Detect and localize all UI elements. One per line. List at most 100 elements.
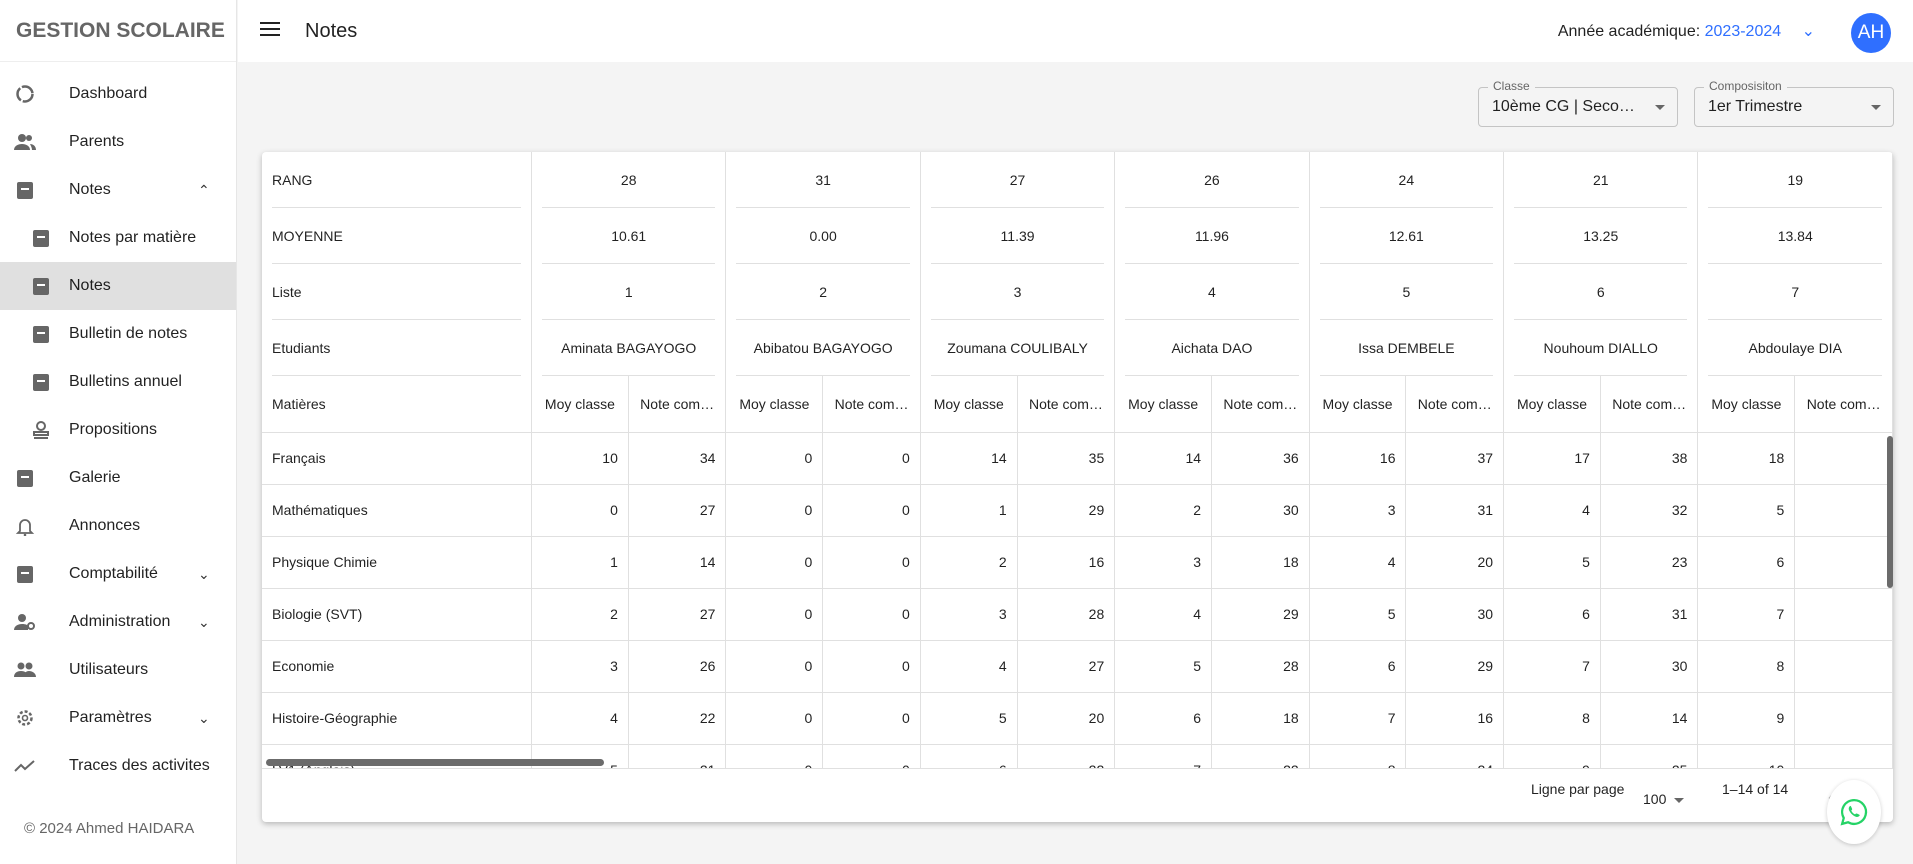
classe-value: 10ème CG | Seco…: [1492, 98, 1635, 115]
col-header-moy-classe[interactable]: Moy classe: [725, 376, 824, 433]
classe-select[interactable]: Classe 10ème CG | Seco…: [1478, 79, 1678, 127]
chevron-up-icon: ⌃: [198, 181, 210, 198]
bell-icon: [14, 515, 36, 537]
sidebar-item-bulletins-annuel[interactable]: Bulletins annuel: [0, 358, 236, 406]
table-row: Français 10 34 0 0 14 35 14 36 16 37 17 38 18: [262, 432, 1893, 485]
sidebar-item-label: Utilisateurs: [69, 661, 149, 678]
table-row: Mathématiques 0 27 0 0 1 29 2 30 3 31 4 32 5: [262, 484, 1893, 537]
sidebar-item-notes-par-matiere[interactable]: Notes par matière: [0, 214, 236, 262]
sidebar-item-propositions[interactable]: Propositions: [0, 406, 236, 454]
student-moyenne: 12.61: [1319, 208, 1494, 264]
row-label-matieres: Matières: [262, 376, 533, 433]
sidebar-item-label: Dashboard: [69, 85, 148, 102]
composition-value: 1er Trimestre: [1708, 98, 1803, 115]
academic-year-selector[interactable]: Année académique: 2023-2024 ⌄: [1558, 21, 1815, 41]
moy-classe-cell: 7: [1697, 588, 1796, 641]
notes-table-card: RANG 28 31 27 26 24 21 19 MOYENNE 10.61 0.00 11.39 1…: [262, 152, 1893, 822]
moy-classe-cell: 8: [1697, 640, 1796, 693]
col-header-note-composition[interactable]: Note com…: [628, 376, 727, 433]
note-composition-cell: [1794, 692, 1893, 745]
moy-classe-cell: 0: [725, 692, 824, 745]
subject-name: Français: [262, 432, 533, 485]
col-header-moy-classe[interactable]: Moy classe: [1503, 376, 1601, 433]
moy-classe-cell: 2: [920, 536, 1018, 589]
sidebar-item-label: Bulletins annuel: [69, 373, 182, 390]
moy-classe-cell: 3: [1309, 484, 1407, 537]
pagination: Ligne par page 100 1–14 of 14 ‹ ›: [262, 768, 1893, 822]
note-composition-cell: 36: [1211, 432, 1310, 485]
col-header-moy-classe[interactable]: Moy classe: [920, 376, 1018, 433]
sidebar-item-parents[interactable]: Parents: [0, 118, 236, 166]
student-liste: 2: [736, 264, 910, 320]
avatar[interactable]: AH: [1851, 13, 1891, 53]
vertical-scrollbar[interactable]: [1887, 436, 1893, 588]
rows-per-page-select[interactable]: 100: [1643, 791, 1685, 807]
dashboard-icon: [14, 83, 36, 105]
col-header-moy-classe[interactable]: Moy classe: [1309, 376, 1407, 433]
table-row: Economie 3 26 0 0 4 27 5 28 6 29 7 30 8: [262, 640, 1893, 693]
col-header-moy-classe[interactable]: Moy classe: [531, 376, 629, 433]
note-composition-cell: 31: [1405, 484, 1505, 537]
sidebar-item-utilisateurs[interactable]: Utilisateurs: [0, 646, 236, 694]
sidebar-item-comptabilite[interactable]: Comptabilité ⌄: [0, 550, 236, 598]
moy-classe-cell: 14: [920, 432, 1018, 485]
chevron-down-icon: ⌄: [198, 709, 210, 726]
row-label-rang: RANG: [272, 152, 522, 208]
menu-icon[interactable]: [260, 22, 280, 38]
note-composition-cell: 22: [1017, 744, 1116, 768]
header-row-matieres: Matières Moy classe Note com… Moy classe Not…: [262, 376, 1893, 433]
col-header-moy-classe[interactable]: Moy classe: [1114, 376, 1213, 433]
chevron-down-icon: ⌄: [1801, 23, 1815, 40]
col-header-note-composition[interactable]: Note com…: [1405, 376, 1505, 433]
trend-icon: [14, 755, 36, 777]
horizontal-scrollbar[interactable]: [266, 759, 604, 766]
col-header-note-composition[interactable]: Note com…: [1211, 376, 1310, 433]
sidebar-item-dashboard[interactable]: Dashboard: [0, 70, 236, 118]
sidebar-item-annonces[interactable]: Annonces: [0, 502, 236, 550]
sidebar-item-bulletin-de-notes[interactable]: Bulletin de notes: [0, 310, 236, 358]
app-brand: GESTION SCOLAIRE: [0, 0, 236, 62]
people-icon: [14, 131, 36, 153]
moy-classe-cell: 8: [1503, 692, 1601, 745]
sidebar-item-notes[interactable]: Notes ⌃: [0, 166, 236, 214]
moy-classe-cell: 0: [725, 588, 824, 641]
composition-label: Composisiton: [1704, 79, 1787, 93]
student-moyenne: 11.96: [1125, 208, 1299, 264]
rows-per-page-label: Ligne par page: [1531, 781, 1625, 797]
sidebar-item-galerie[interactable]: Galerie: [0, 454, 236, 502]
col-header-note-composition[interactable]: Note com…: [1600, 376, 1699, 433]
header-row-rang: RANG 28 31 27 26 24 21 19: [262, 152, 1893, 208]
moy-classe-cell: 6: [1503, 588, 1601, 641]
moy-classe-cell: 0: [725, 484, 824, 537]
moy-classe-cell: 7: [1309, 692, 1407, 745]
sidebar-item-notes[interactable]: Notes: [0, 262, 236, 310]
note-composition-cell: 29: [1211, 588, 1310, 641]
top-bar: Notes Année académique: 2023-2024 ⌄ AH: [238, 0, 1913, 62]
col-header-moy-classe[interactable]: Moy classe: [1697, 376, 1796, 433]
col-header-note-composition[interactable]: Note com…: [822, 376, 921, 433]
student-name: Aichata DAO: [1125, 320, 1299, 376]
sidebar-item-administration[interactable]: Administration ⌄: [0, 598, 236, 646]
sidebar-item-parametres[interactable]: Paramètres ⌄: [0, 694, 236, 742]
page-title: Notes: [305, 19, 358, 42]
whatsapp-button[interactable]: [1827, 780, 1881, 844]
note-composition-cell: 0: [822, 588, 921, 641]
note-composition-cell: 23: [1600, 536, 1699, 589]
col-header-note-composition[interactable]: Note com…: [1794, 376, 1893, 433]
note-composition-cell: 31: [1600, 588, 1699, 641]
composition-select[interactable]: Composisiton 1er Trimestre: [1694, 79, 1894, 127]
note-composition-cell: [1794, 432, 1893, 485]
sidebar-item-traces-des-activites[interactable]: Traces des activites: [0, 742, 236, 790]
student-name: Abibatou BAGAYOGO: [736, 320, 910, 376]
note-composition-cell: 37: [1405, 432, 1505, 485]
moy-classe-cell: 0: [531, 484, 629, 537]
note-composition-cell: [1794, 640, 1893, 693]
moy-classe-cell: 5: [920, 692, 1018, 745]
row-label-liste: Liste: [272, 264, 522, 320]
sidebar-item-label: Propositions: [69, 421, 158, 438]
col-header-note-composition[interactable]: Note com…: [1017, 376, 1116, 433]
sidebar-item-label: Notes: [69, 181, 111, 198]
calculator-icon: [14, 563, 36, 585]
find-in-page-icon: [30, 275, 52, 297]
whatsapp-icon: [1840, 798, 1868, 826]
